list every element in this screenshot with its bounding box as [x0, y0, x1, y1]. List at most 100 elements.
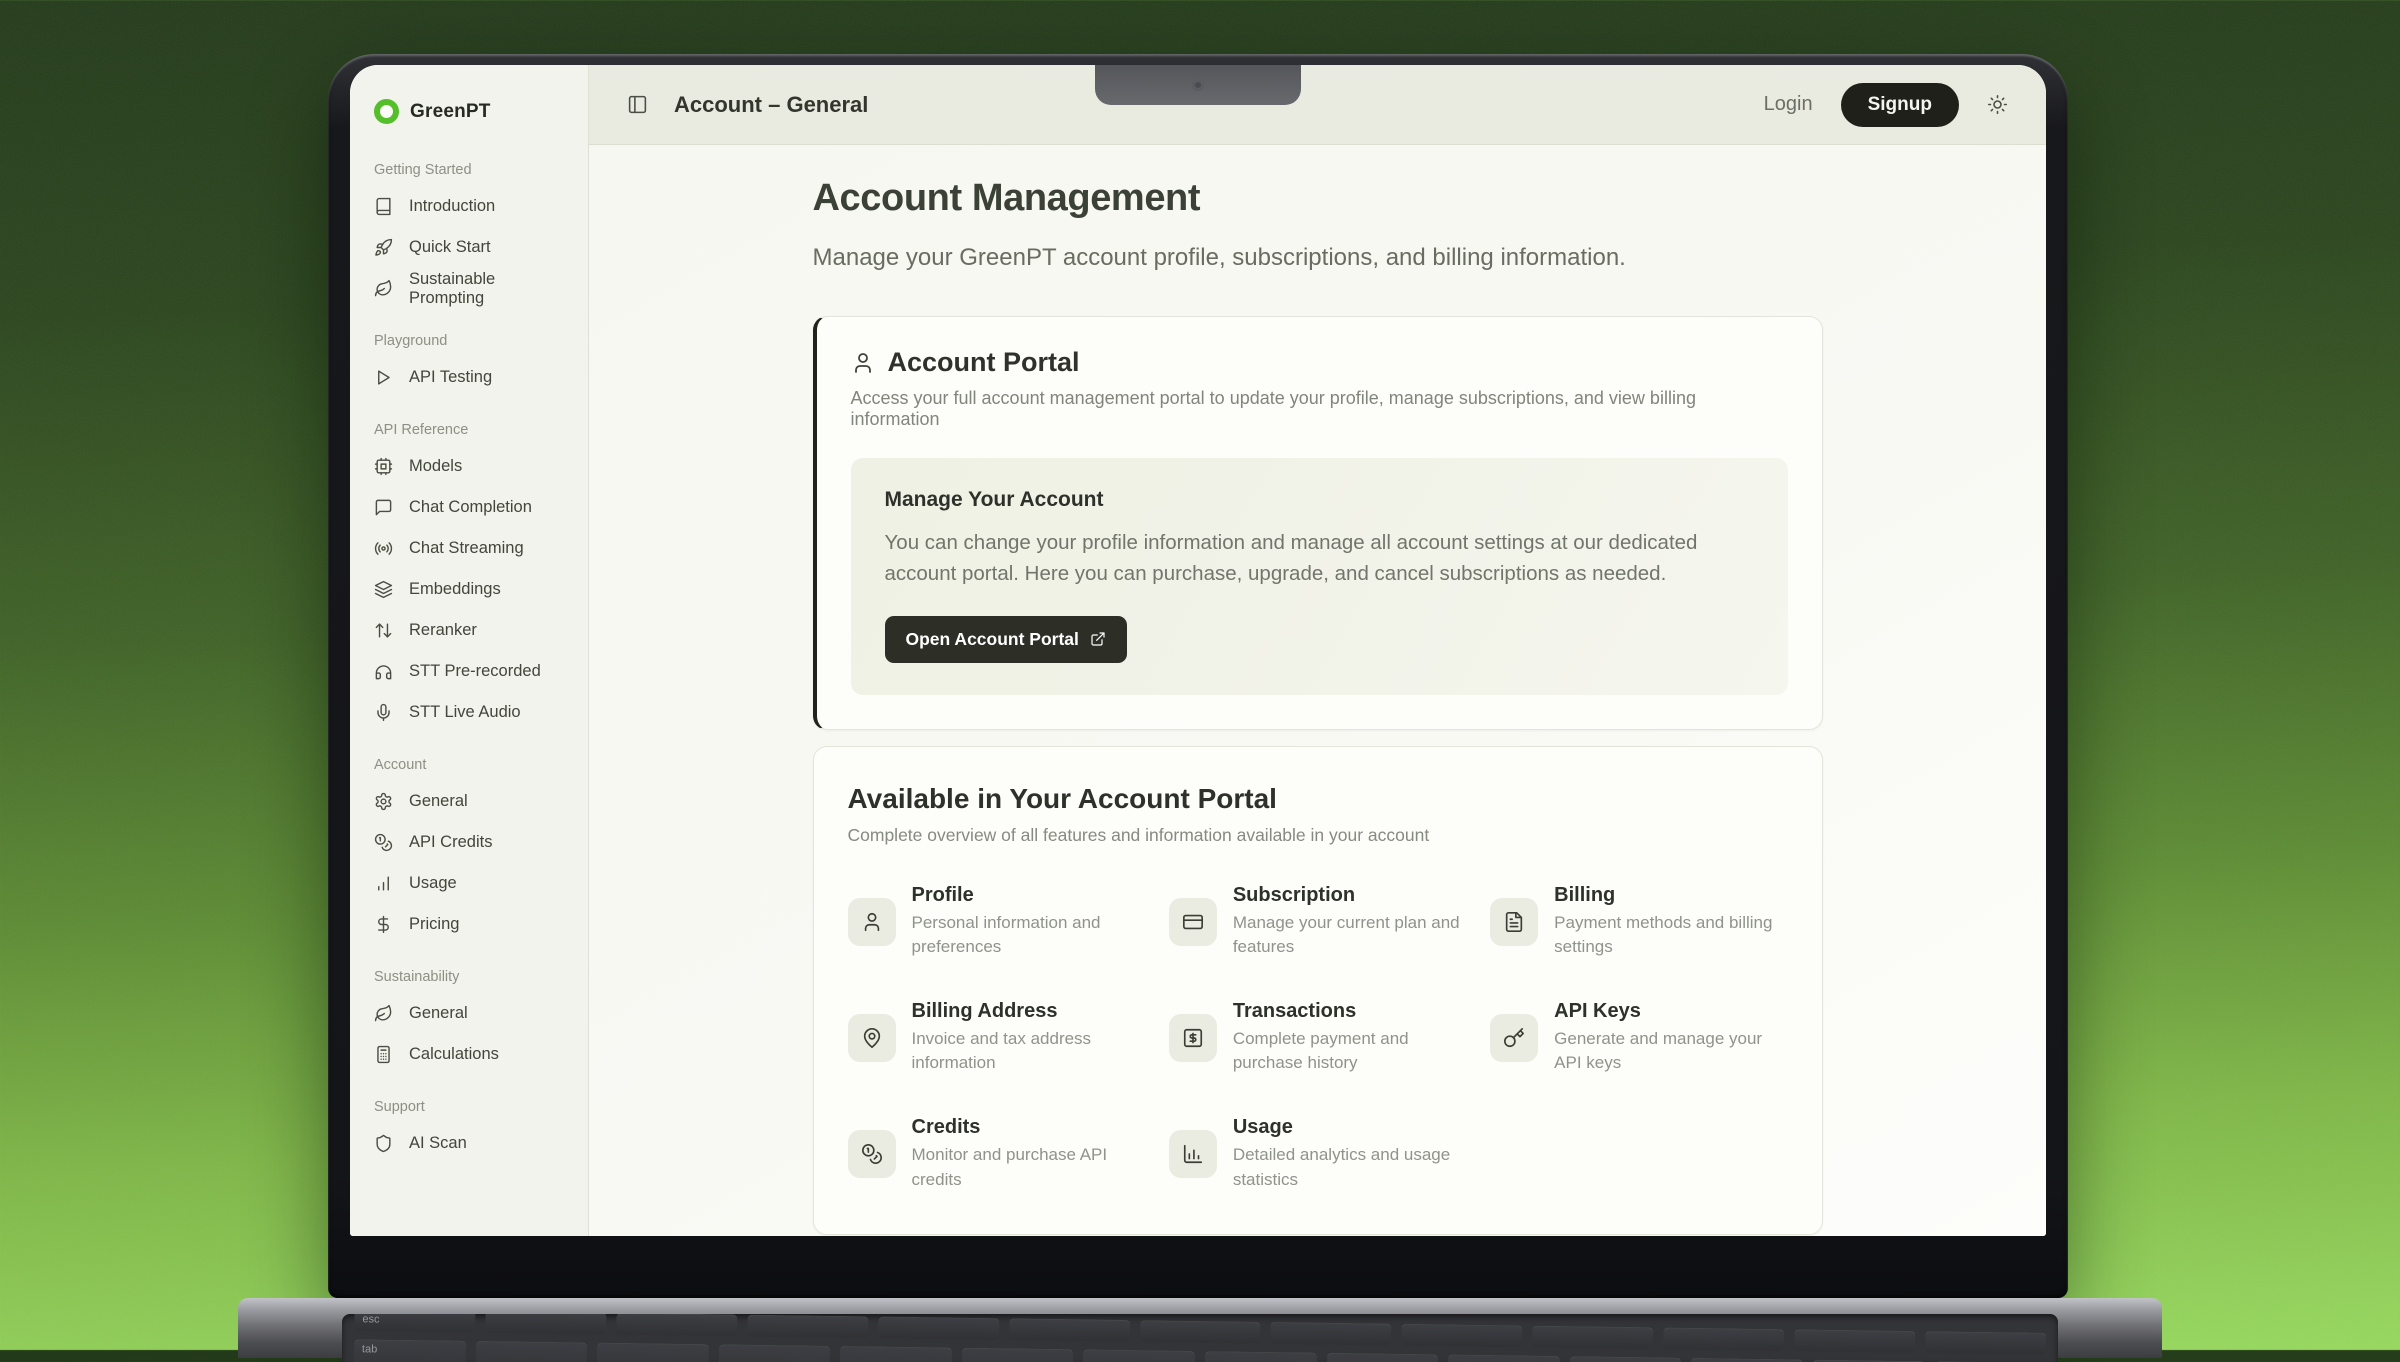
sidebar-item-models[interactable]: Models [350, 446, 588, 487]
sidebar-item-label: Calculations [409, 1045, 499, 1064]
gear-icon [374, 792, 393, 811]
login-link[interactable]: Login [1764, 93, 1813, 116]
topbar-actions: Login Signup [1764, 83, 2008, 127]
keyboard-key [1271, 1322, 1392, 1346]
account-portal-title: Account Portal [888, 347, 1080, 378]
keyboard: esctab [342, 1314, 2058, 1362]
radio-icon [374, 539, 393, 558]
keyboard-key [878, 1317, 999, 1341]
file-text-icon [1490, 898, 1538, 946]
laptop-base: esctab [238, 1298, 2162, 1358]
open-account-portal-label: Open Account Portal [906, 629, 1079, 650]
keyboard-deck: esctab [342, 1314, 2058, 1362]
feature-description: Payment methods and billing settings [1554, 911, 1787, 960]
keyboard-key [1569, 1356, 1681, 1362]
sidebar-item-label: STT Live Audio [409, 703, 521, 722]
manage-account-body: You can change your profile information … [885, 528, 1754, 590]
laptop-screen: GreenPT Getting StartedIntroductionQuick… [350, 65, 2046, 1236]
play-icon [374, 368, 393, 387]
sidebar-item-label: Chat Completion [409, 498, 532, 517]
feature-text: ProfilePersonal information and preferen… [912, 884, 1145, 960]
sidebar-item-introduction[interactable]: Introduction [350, 186, 588, 227]
credit-card-icon [1169, 898, 1217, 946]
sidebar-section-label: Sustainability [350, 969, 588, 985]
coins-icon [848, 1130, 896, 1178]
account-portal-description: Access your full account management port… [851, 388, 1788, 430]
sidebar-item-label: Reranker [409, 621, 477, 640]
sidebar-item-sustainable-prompting[interactable]: Sustainable Prompting [350, 268, 588, 309]
keyboard-key: tab [354, 1339, 466, 1362]
keyboard-key [747, 1315, 868, 1339]
keyboard-key [597, 1343, 709, 1362]
content-area: Account Management Manage your GreenPT a… [589, 145, 2046, 1236]
sidebar-section-label: Playground [350, 333, 588, 349]
sidebar-section-label: API Reference [350, 422, 588, 438]
sidebar-item-label: Usage [409, 874, 457, 893]
features-grid: ProfilePersonal information and preferen… [848, 884, 1788, 1193]
sidebar-item-quick-start[interactable]: Quick Start [350, 227, 588, 268]
keyboard-key [1140, 1320, 1261, 1344]
signup-button[interactable]: Signup [1841, 83, 1959, 127]
keyboard-key [1691, 1358, 1803, 1362]
sidebar-item-api-testing[interactable]: API Testing [350, 357, 588, 398]
feature-text: UsageDetailed analytics and usage statis… [1233, 1116, 1466, 1192]
sidebar-item-chat-streaming[interactable]: Chat Streaming [350, 528, 588, 569]
manage-account-box: Manage Your Account You can change your … [851, 458, 1788, 695]
calculator-icon [374, 1045, 393, 1064]
sidebar-item-label: Sustainable Prompting [409, 270, 564, 308]
sidebar-item-calculations[interactable]: Calculations [350, 1034, 588, 1075]
feature-title: Billing [1554, 884, 1787, 907]
sidebar-item-chat-completion[interactable]: Chat Completion [350, 487, 588, 528]
features-subtitle: Complete overview of all features and in… [848, 825, 1788, 846]
keyboard-key [475, 1341, 587, 1362]
page-title: Account Management [813, 177, 1823, 220]
feature-title: Subscription [1233, 884, 1466, 907]
portal-feature-subscription: Subscription Manage your current plan and… [1169, 884, 1466, 960]
feature-text: API KeysGenerate and manage your API key… [1554, 1000, 1787, 1076]
brand-logo[interactable]: GreenPT [350, 65, 588, 138]
feature-text: Billing AddressInvoice and tax address i… [912, 1000, 1145, 1076]
main-panel: Account – General Login Signup Account M… [589, 65, 2046, 1236]
sidebar-section-support: SupportAI Scan [350, 1099, 588, 1164]
sidebar-section-sustainability: Sustainability General Calculations [350, 969, 588, 1075]
account-portal-card: Account Portal Access your full account … [813, 316, 1823, 730]
feature-title: Billing Address [912, 1000, 1145, 1023]
feature-text: TransactionsComplete payment and purchas… [1233, 1000, 1466, 1076]
manage-account-title: Manage Your Account [885, 488, 1754, 512]
portal-feature-api-keys: API KeysGenerate and manage your API key… [1490, 1000, 1787, 1076]
feature-text: Subscription Manage your current plan and… [1233, 884, 1466, 960]
sidebar-item-stt-pre-recorded[interactable]: STT Pre-recorded [350, 651, 588, 692]
panel-left-icon[interactable] [627, 94, 648, 115]
sidebar-item-label: General [409, 792, 468, 811]
sidebar-item-general[interactable]: General [350, 781, 588, 822]
open-account-portal-button[interactable]: Open Account Portal [885, 616, 1127, 663]
key-icon [1490, 1014, 1538, 1062]
sidebar-item-stt-live-audio[interactable]: STT Live Audio [350, 692, 588, 733]
sidebar-item-label: AI Scan [409, 1134, 467, 1153]
feature-title: Profile [912, 884, 1145, 907]
dollar-square-icon [1169, 1014, 1217, 1062]
keyboard-key [1326, 1353, 1438, 1362]
sidebar-item-embeddings[interactable]: Embeddings [350, 569, 588, 610]
sidebar-item-reranker[interactable]: Reranker [350, 610, 588, 651]
sidebar-item-label: General [409, 1004, 468, 1023]
sidebar-item-label: API Credits [409, 833, 492, 852]
sidebar-item-ai-scan[interactable]: AI Scan [350, 1123, 588, 1164]
brand-name: GreenPT [410, 101, 491, 123]
page-breadcrumb-title: Account – General [674, 92, 868, 118]
feature-description: Generate and manage your API keys [1554, 1027, 1787, 1076]
sidebar-item-pricing[interactable]: Pricing [350, 904, 588, 945]
feature-description: Detailed analytics and usage statistics [1233, 1143, 1466, 1192]
sun-icon[interactable] [1987, 94, 2008, 115]
sidebar-item-label: Models [409, 457, 462, 476]
leaf-icon [374, 279, 393, 298]
portal-feature-credits: CreditsMonitor and purchase API credits [848, 1116, 1145, 1192]
sidebar-item-api-credits[interactable]: API Credits [350, 822, 588, 863]
sidebar-item-general[interactable]: General [350, 993, 588, 1034]
cpu-icon [374, 457, 393, 476]
sidebar-item-usage[interactable]: Usage [350, 863, 588, 904]
sidebar-item-label: API Testing [409, 368, 492, 387]
sidebar-item-label: Pricing [409, 915, 459, 934]
sidebar-section-api-reference: API Reference Models Chat Completion Chat S… [350, 422, 588, 733]
feature-description: Manage your current plan and features [1233, 911, 1466, 960]
